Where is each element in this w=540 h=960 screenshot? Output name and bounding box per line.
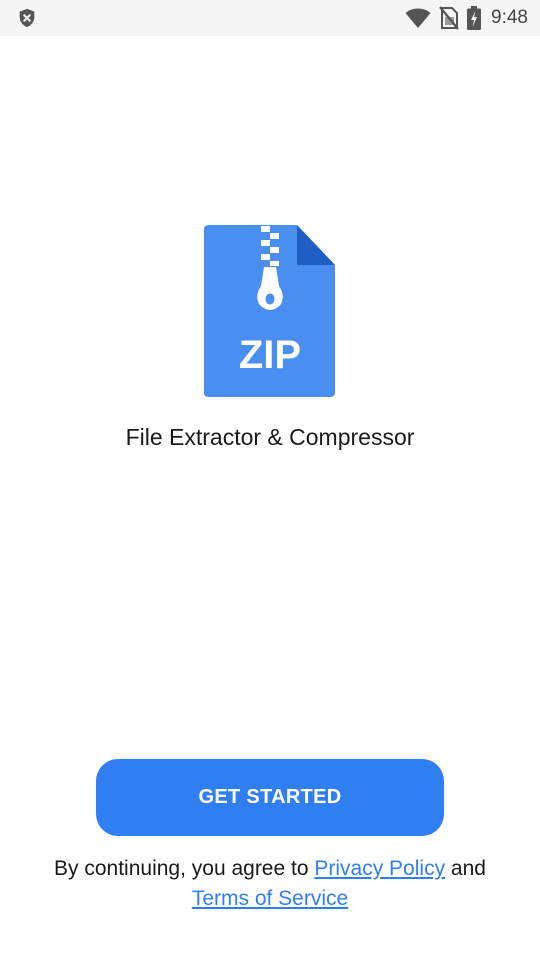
status-bar: 9:48 — [0, 0, 540, 36]
app-name: File Extractor & Compressor — [125, 424, 415, 450]
terms-prefix: By continuing, you agree to — [54, 857, 309, 880]
status-time: 9:48 — [491, 7, 528, 28]
status-icons: 9:48 — [405, 0, 528, 36]
terms-conjunction: and — [450, 857, 486, 880]
terms-of-service-link[interactable]: Terms of Service — [192, 887, 348, 910]
zip-file-logo-icon: ZIP — [204, 225, 335, 397]
get-started-button[interactable]: GET STARTED — [96, 759, 444, 836]
privacy-policy-link[interactable]: Privacy Policy — [314, 857, 445, 880]
no-sim-icon — [439, 6, 459, 30]
welcome-screen: 9:48 ZIP File Extractor & Compressor GET… — [0, 0, 540, 960]
shield-icon — [19, 8, 35, 28]
terms-notice: By continuing, you agree to Privacy Poli… — [30, 854, 510, 914]
logo-text: ZIP — [239, 333, 301, 377]
wifi-icon — [405, 8, 431, 28]
battery-charging-icon — [467, 6, 482, 30]
